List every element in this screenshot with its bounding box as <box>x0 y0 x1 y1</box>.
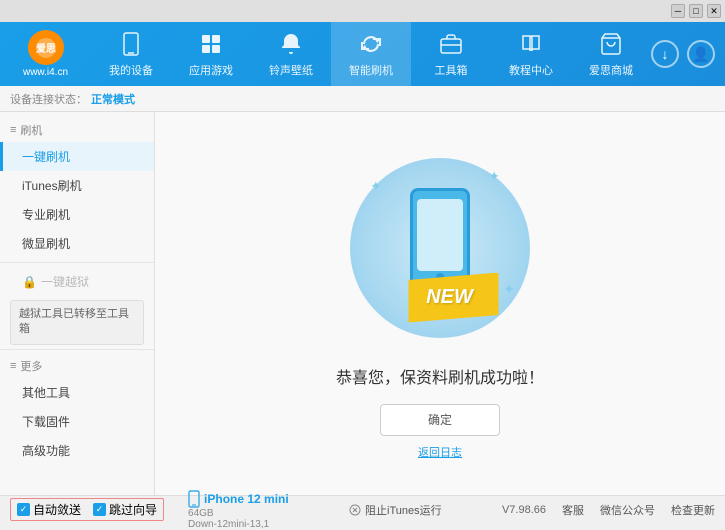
checkbox-skip[interactable]: ✓ 跳过向导 <box>93 501 157 518</box>
nav-mall-label: 爱思商城 <box>589 62 633 78</box>
jailbreak-label: 一键越狱 <box>41 273 89 290</box>
main-area: ≡ 刷机 一键刷机 iTunes刷机 专业刷机 微显刷机 🔒 一键越狱 越狱工具… <box>0 112 725 495</box>
skip-label: 跳过向导 <box>109 501 157 518</box>
sidebar-section-flash: ≡ 刷机 <box>0 118 154 142</box>
maximize-button[interactable]: □ <box>689 4 703 18</box>
sidebar-section-more: ≡ 更多 <box>0 354 154 378</box>
nav-ringtone[interactable]: 铃声壁纸 <box>251 22 331 86</box>
section-more-label: 更多 <box>20 358 42 374</box>
sidebar-item-itunes-flash[interactable]: iTunes刷机 <box>0 171 154 200</box>
sidebar: ≡ 刷机 一键刷机 iTunes刷机 专业刷机 微显刷机 🔒 一键越狱 越狱工具… <box>0 112 155 495</box>
star-icon-1: ✦ <box>370 178 382 195</box>
statusbar-value: 正常模式 <box>91 91 135 107</box>
bottombar: ✓ 自动敛送 ✓ 跳过向导 iPhone 12 mini 64GB Down-1… <box>0 495 725 523</box>
device-info: iPhone 12 mini 64GB Down-12mini-13,1 <box>188 490 289 530</box>
content-area: ✦ ✦ ✦ NEW 恭喜您，保资料刷机成功啦！ 确定 返回日志 <box>155 112 725 495</box>
grid-icon <box>197 30 225 58</box>
divider-1 <box>0 262 154 263</box>
auto-checkbox[interactable]: ✓ <box>17 503 30 516</box>
nav-app-game-label: 应用游戏 <box>189 62 233 78</box>
lock-icon: 🔒 <box>22 275 37 289</box>
new-banner: NEW <box>409 273 499 323</box>
refresh-icon <box>357 30 385 58</box>
nav-toolbox-label: 工具箱 <box>435 62 468 78</box>
nav-app-game[interactable]: 应用游戏 <box>171 22 251 86</box>
header: 爱思 www.i4.cn 我的设备 应用游戏 铃声壁纸 <box>0 22 725 86</box>
bottombar-right: V7.98.66 客服 微信公众号 检查更新 <box>502 502 715 518</box>
star-icon-3: ✦ <box>503 281 515 298</box>
section-flash-label: 刷机 <box>20 122 42 138</box>
sidebar-item-download-firmware[interactable]: 下载固件 <box>0 407 154 436</box>
itunes-label: 阻止iTunes运行 <box>365 502 442 518</box>
header-actions: ↓ 👤 <box>651 40 725 68</box>
device-icon <box>188 490 200 508</box>
sidebar-item-one-click-flash[interactable]: 一键刷机 <box>0 142 154 171</box>
logo-area: 爱思 www.i4.cn <box>0 22 91 86</box>
version-label: V7.98.66 <box>502 504 546 516</box>
nav-toolbox[interactable]: 工具箱 <box>411 22 491 86</box>
minimize-button[interactable]: ─ <box>671 4 685 18</box>
briefcase-icon <box>437 30 465 58</box>
skip-checkbox[interactable]: ✓ <box>93 503 106 516</box>
sidebar-item-other-tools[interactable]: 其他工具 <box>0 378 154 407</box>
jailbreak-notice: 越狱工具已转移至工具箱 <box>10 300 144 345</box>
book-icon <box>517 30 545 58</box>
close-button[interactable]: ✕ <box>707 4 721 18</box>
user-button[interactable]: 👤 <box>687 40 715 68</box>
navigation: 我的设备 应用游戏 铃声壁纸 智能刷机 工具箱 <box>91 22 651 86</box>
shopping-icon <box>597 30 625 58</box>
new-badge-text: NEW <box>426 286 473 309</box>
phone-icon <box>117 30 145 58</box>
section-more-icon: ≡ <box>10 360 16 372</box>
bell-icon <box>277 30 305 58</box>
device-storage: 64GB <box>188 508 289 519</box>
nav-smart-flash-label: 智能刷机 <box>349 62 393 78</box>
section-icon: ≡ <box>10 124 16 136</box>
nav-tutorial[interactable]: 教程中心 <box>491 22 571 86</box>
logo-url: www.i4.cn <box>23 67 68 78</box>
nav-my-device[interactable]: 我的设备 <box>91 22 171 86</box>
checkbox-auto[interactable]: ✓ 自动敛送 <box>17 501 81 518</box>
nav-ringtone-label: 铃声壁纸 <box>269 62 313 78</box>
checkbox-area: ✓ 自动敛送 ✓ 跳过向导 <box>10 498 164 521</box>
phone-shape <box>410 188 470 288</box>
wechat-link[interactable]: 微信公众号 <box>600 502 655 518</box>
device-model: Down-12mini-13,1 <box>188 519 289 530</box>
svg-text:爱思: 爱思 <box>36 42 56 55</box>
auto-label: 自动敛送 <box>33 501 81 518</box>
nav-smart-flash[interactable]: 智能刷机 <box>331 22 411 86</box>
confirm-button[interactable]: 确定 <box>380 404 500 436</box>
sidebar-jailbreak-section: 🔒 一键越狱 <box>0 267 154 296</box>
service-link[interactable]: 客服 <box>562 502 584 518</box>
nav-my-device-label: 我的设备 <box>109 62 153 78</box>
bottombar-left: ✓ 自动敛送 ✓ 跳过向导 iPhone 12 mini 64GB Down-1… <box>10 490 289 530</box>
sidebar-item-advanced[interactable]: 高级功能 <box>0 436 154 465</box>
nav-tutorial-label: 教程中心 <box>509 62 553 78</box>
phone-screen <box>417 199 463 271</box>
success-illustration: ✦ ✦ ✦ NEW <box>340 148 540 348</box>
titlebar: ─ □ ✕ <box>0 0 725 22</box>
star-icon-2: ✦ <box>488 168 500 185</box>
statusbar-label: 设备连接状态： <box>10 91 87 107</box>
sidebar-item-pro-flash[interactable]: 专业刷机 <box>0 200 154 229</box>
itunes-icon <box>349 504 361 516</box>
logo-icon: 爱思 <box>28 30 64 65</box>
sidebar-item-dual-flash[interactable]: 微显刷机 <box>0 229 154 258</box>
statusbar: 设备连接状态： 正常模式 <box>0 86 725 112</box>
divider-2 <box>0 349 154 350</box>
device-name: iPhone 12 mini <box>204 492 289 506</box>
success-title: 恭喜您，保资料刷机成功啦！ <box>336 364 544 388</box>
download-button[interactable]: ↓ <box>651 40 679 68</box>
itunes-status[interactable]: 阻止iTunes运行 <box>349 502 442 518</box>
nav-mall[interactable]: 爱思商城 <box>571 22 651 86</box>
back-link[interactable]: 返回日志 <box>418 444 462 460</box>
check-update-link[interactable]: 检查更新 <box>671 502 715 518</box>
